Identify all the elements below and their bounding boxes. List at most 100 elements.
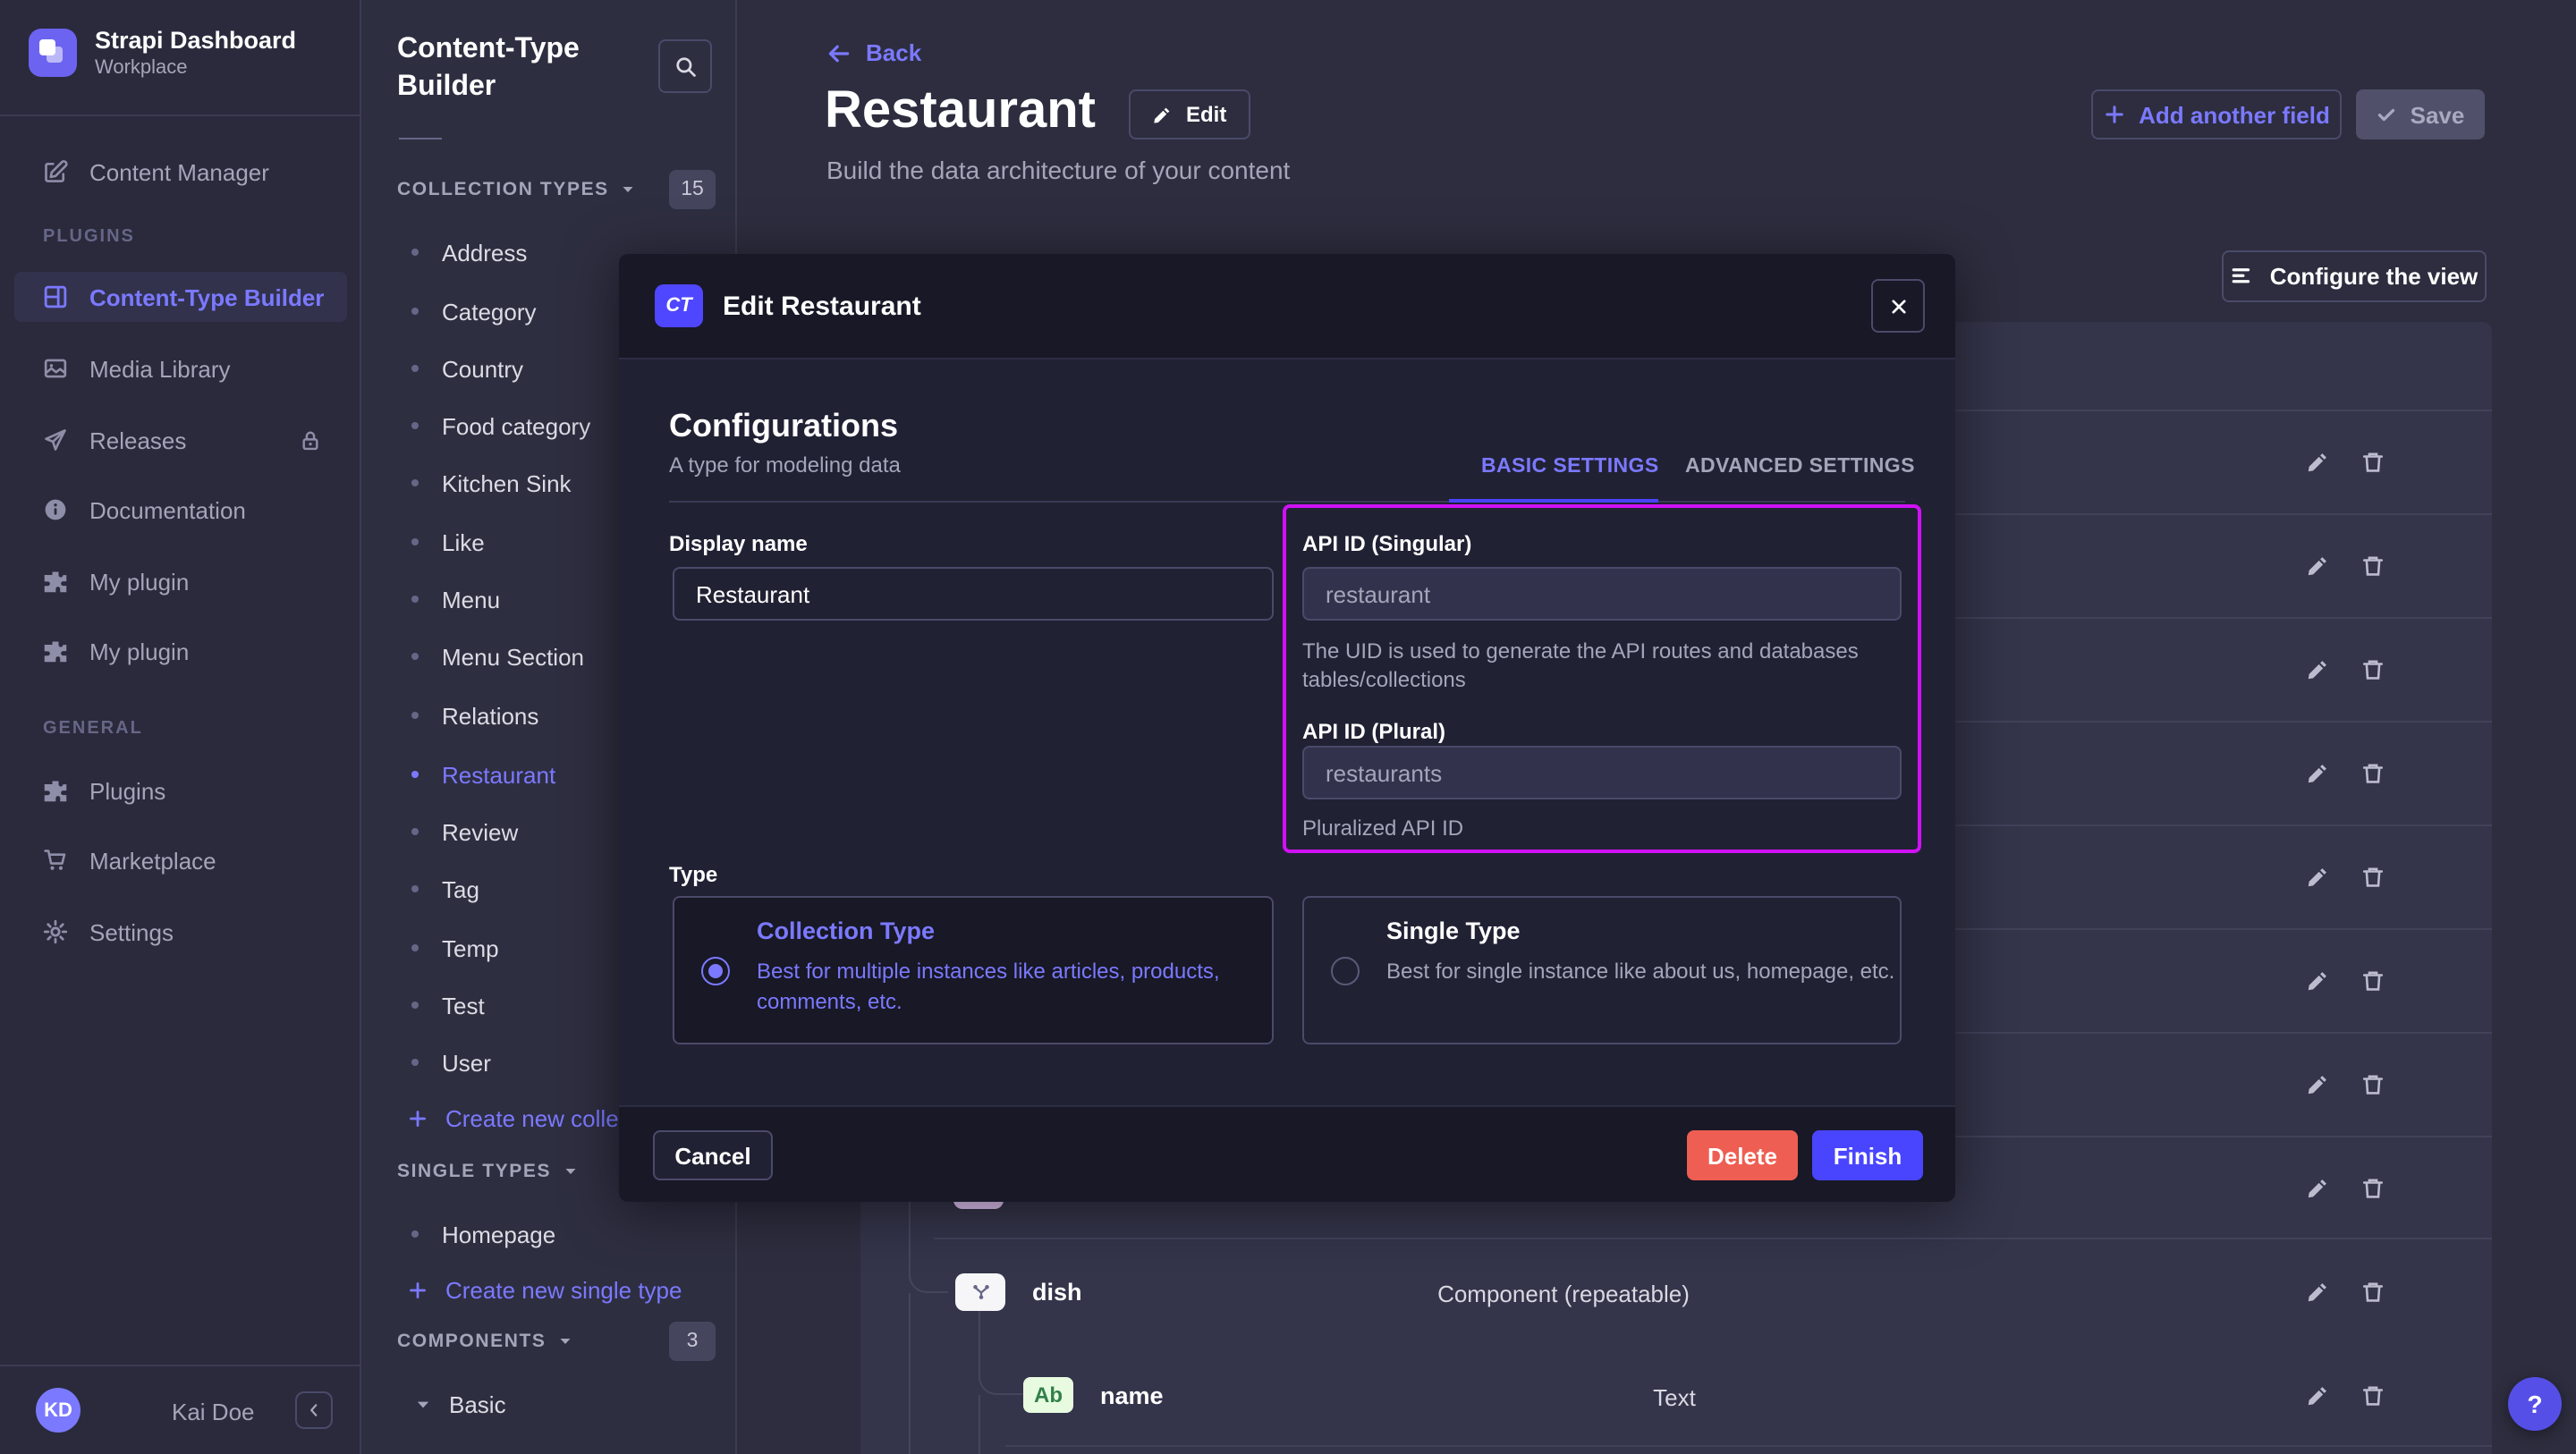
cancel-button[interactable]: Cancel — [653, 1130, 773, 1180]
search-button[interactable] — [658, 39, 712, 93]
save-button[interactable]: Save — [2356, 89, 2485, 139]
delete-row-button[interactable] — [2361, 865, 2385, 888]
create-single-type-link[interactable]: Create new single type — [408, 1270, 682, 1309]
collection-type-address[interactable]: Address — [411, 231, 527, 274]
collection-type-label: Relations — [442, 702, 538, 729]
delete-row-button[interactable] — [2361, 1280, 2385, 1303]
api-id-singular-input[interactable] — [1302, 567, 1902, 621]
sidebar-item-content-manager[interactable]: Content Manager — [14, 147, 347, 197]
edit-button[interactable]: Edit — [1129, 89, 1250, 139]
sidebar-item-my-plugin-2[interactable]: My plugin — [14, 626, 347, 676]
single-type-homepage[interactable]: Homepage — [411, 1213, 555, 1255]
collection-type-label: Address — [442, 239, 527, 266]
radio-unselected-icon[interactable] — [1331, 957, 1360, 985]
collection-type-menu-section[interactable]: Menu Section — [411, 635, 584, 678]
tab-advanced-settings[interactable]: ADVANCED SETTINGS — [1685, 445, 1915, 488]
edit-row-button[interactable] — [2306, 761, 2329, 784]
help-button[interactable]: ? — [2508, 1377, 2562, 1431]
component-group-label: Basic — [449, 1391, 506, 1417]
bullet-icon — [411, 944, 419, 951]
sidebar-item-content-type-builder[interactable]: Content-Type Builder — [14, 272, 347, 322]
collection-type-label: Kitchen Sink — [442, 469, 572, 496]
single-type-card[interactable]: Single Type Best for single instance lik… — [1302, 896, 1902, 1044]
collection-type-food-category[interactable]: Food category — [411, 404, 590, 447]
edit-row-button[interactable] — [2306, 450, 2329, 473]
sidebar-item-settings[interactable]: Settings — [14, 907, 347, 957]
edit-row-button[interactable] — [2306, 1072, 2329, 1095]
api-id-plural-input[interactable] — [1302, 746, 1902, 799]
collection-type-test[interactable]: Test — [411, 984, 485, 1027]
search-icon — [674, 55, 697, 78]
avatar[interactable]: KD — [36, 1388, 80, 1433]
paper-plane-icon — [43, 427, 68, 452]
components-label: COMPONENTS — [397, 1331, 547, 1352]
collection-type-country[interactable]: Country — [411, 347, 523, 390]
collection-type-relations[interactable]: Relations — [411, 694, 538, 737]
save-label: Save — [2411, 101, 2465, 128]
finish-button[interactable]: Finish — [1812, 1130, 1923, 1180]
display-name-label: Display name — [669, 531, 808, 556]
delete-row-button[interactable] — [2361, 761, 2385, 784]
collection-type-menu[interactable]: Menu — [411, 578, 500, 621]
edit-row-button[interactable] — [2306, 1383, 2329, 1407]
collection-type-card[interactable]: Collection Type Best for multiple instan… — [673, 896, 1274, 1044]
delete-row-button[interactable] — [2361, 1072, 2385, 1095]
divider — [0, 114, 361, 116]
delete-row-button[interactable] — [2361, 554, 2385, 577]
delete-row-button[interactable] — [2361, 450, 2385, 473]
collection-type-like[interactable]: Like — [411, 520, 485, 563]
add-another-field-button[interactable]: Add another field — [2091, 89, 2342, 139]
delete-row-button[interactable] — [2361, 657, 2385, 681]
edit-row-button[interactable] — [2306, 1280, 2329, 1303]
collapse-sidebar-button[interactable] — [295, 1391, 333, 1429]
api-id-singular-label: API ID (Singular) — [1302, 531, 1471, 556]
edit-row-button[interactable] — [2306, 865, 2329, 888]
sidebar-item-plugins[interactable]: Plugins — [14, 765, 347, 816]
edit-row-button[interactable] — [2306, 968, 2329, 992]
sidebar-item-marketplace[interactable]: Marketplace — [14, 835, 347, 885]
sidebar-item-releases[interactable]: Releases — [14, 415, 347, 465]
configure-view-button[interactable]: Configure the view — [2222, 250, 2487, 302]
back-link[interactable]: Back — [826, 39, 921, 66]
edit-row-button[interactable] — [2306, 554, 2329, 577]
active-tab-underline — [1449, 499, 1658, 503]
sidebar-item-documentation[interactable]: Documentation — [14, 485, 347, 535]
delete-row-button[interactable] — [2361, 968, 2385, 992]
single-types-header[interactable]: SINGLE TYPES — [397, 1161, 578, 1182]
row-divider — [1005, 1445, 2492, 1447]
edit-row-button[interactable] — [2306, 1176, 2329, 1199]
delete-row-button[interactable] — [2361, 1383, 2385, 1407]
close-button[interactable] — [1871, 279, 1925, 333]
collection-type-user[interactable]: User — [411, 1041, 491, 1084]
collection-type-review[interactable]: Review — [411, 810, 518, 853]
table-row-actions — [2306, 1266, 2431, 1316]
components-count-badge: 3 — [669, 1322, 716, 1361]
table-row-actions — [2306, 851, 2431, 901]
back-arrow-icon — [826, 40, 852, 65]
edit-row-button[interactable] — [2306, 657, 2329, 681]
sidebar-item-media-library[interactable]: Media Library — [14, 343, 347, 393]
collection-types-header[interactable]: COLLECTION TYPES — [397, 179, 636, 200]
sidebar-item-label: Documentation — [89, 496, 246, 523]
collection-type-tag[interactable]: Tag — [411, 867, 479, 910]
plus-icon — [408, 1108, 428, 1128]
delete-row-button[interactable] — [2361, 1176, 2385, 1199]
collection-type-title: Collection Type — [757, 917, 935, 944]
delete-button[interactable]: Delete — [1687, 1130, 1798, 1180]
field-type: Text — [1363, 1384, 1986, 1411]
single-type-label: Homepage — [442, 1221, 555, 1247]
display-name-input[interactable] — [673, 567, 1274, 621]
bullet-icon — [411, 308, 419, 315]
table-row-actions — [2306, 1162, 2431, 1213]
collection-type-restaurant[interactable]: Restaurant — [411, 753, 555, 796]
components-header[interactable]: COMPONENTS — [397, 1331, 573, 1352]
radio-selected-icon[interactable] — [701, 957, 730, 985]
collection-type-kitchen-sink[interactable]: Kitchen Sink — [411, 461, 572, 504]
collection-count-badge: 15 — [669, 170, 716, 209]
tab-basic-settings[interactable]: BASIC SETTINGS — [1481, 445, 1659, 488]
collection-type-temp[interactable]: Temp — [411, 926, 499, 969]
collection-type-category[interactable]: Category — [411, 290, 537, 333]
component-group-basic[interactable]: Basic — [415, 1384, 506, 1424]
sidebar-item-my-plugin-1[interactable]: My plugin — [14, 556, 347, 606]
user-name: Kai Doe — [172, 1399, 255, 1425]
